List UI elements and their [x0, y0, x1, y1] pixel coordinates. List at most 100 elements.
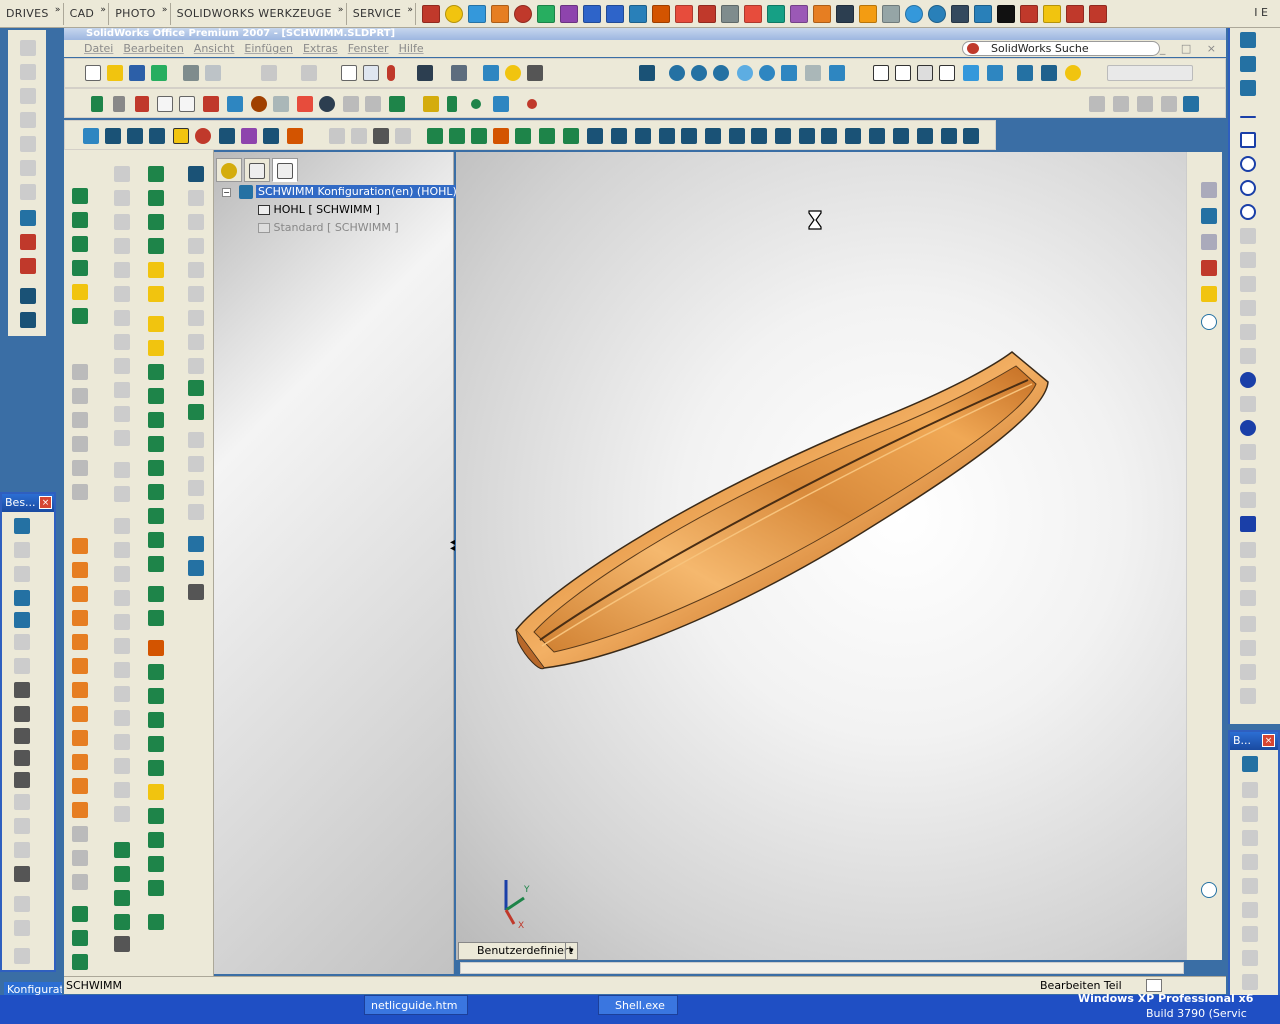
app-icon[interactable] — [1242, 974, 1258, 990]
app-icon[interactable] — [20, 40, 36, 56]
app-icon[interactable] — [1240, 688, 1256, 704]
app-icon[interactable] — [1240, 664, 1256, 680]
perimeter-circle-icon[interactable] — [1240, 204, 1256, 220]
app-icon[interactable] — [114, 782, 130, 798]
realview-icon[interactable] — [1065, 65, 1081, 81]
app-icon[interactable] — [14, 518, 30, 534]
app-icon[interactable] — [423, 96, 439, 112]
app-icon[interactable] — [471, 128, 487, 144]
app-icon[interactable] — [148, 214, 164, 230]
app-icon[interactable] — [148, 784, 164, 800]
app-icon[interactable] — [1242, 782, 1258, 798]
smart-dimension-icon[interactable] — [20, 234, 36, 250]
app-icon[interactable] — [114, 662, 130, 678]
new-document-icon[interactable] — [85, 65, 101, 81]
rotate-icon[interactable] — [759, 65, 775, 81]
app-icon[interactable] — [72, 682, 88, 698]
spellcheck-icon[interactable] — [83, 128, 99, 144]
app-icon[interactable] — [148, 760, 164, 776]
app-icon[interactable] — [149, 128, 165, 144]
solidworks-icon[interactable] — [1066, 4, 1085, 23]
app-icon[interactable] — [587, 128, 603, 144]
zoom-selection-icon[interactable] — [737, 65, 753, 81]
app-icon[interactable] — [14, 658, 30, 674]
standard-views-icon[interactable] — [829, 65, 845, 81]
circle-icon[interactable] — [1240, 180, 1256, 196]
shaded-icon[interactable] — [963, 65, 979, 81]
menu-datei[interactable]: Datei — [84, 42, 113, 55]
sigma-icon[interactable] — [219, 128, 235, 144]
redo-icon[interactable] — [301, 65, 317, 81]
app-icon[interactable] — [148, 712, 164, 728]
app-icon[interactable] — [188, 310, 204, 326]
app-icon[interactable] — [1089, 96, 1105, 112]
menu-extras[interactable]: Extras — [303, 42, 338, 55]
zoom-fit-icon[interactable] — [669, 65, 685, 81]
spline-icon[interactable] — [1240, 372, 1256, 388]
app-icon[interactable] — [72, 484, 88, 500]
app-icon[interactable] — [767, 4, 786, 23]
app-icon[interactable] — [148, 856, 164, 872]
grid-icon[interactable] — [417, 65, 433, 81]
window-icon[interactable] — [451, 65, 467, 81]
app-icon[interactable] — [148, 484, 164, 500]
spellcheck-icon[interactable] — [14, 612, 30, 628]
app-icon[interactable] — [72, 658, 88, 674]
app-icon[interactable] — [395, 128, 411, 144]
view-orientation-dropdown[interactable]: Benutzerdefiniert ▾ — [458, 942, 578, 960]
annotations-panel-title[interactable]: Bes... × — [2, 494, 54, 512]
shadows-icon[interactable] — [987, 65, 1003, 81]
app-icon[interactable] — [1161, 96, 1177, 112]
app-icon[interactable] — [1242, 806, 1258, 822]
app-icon[interactable] — [148, 586, 164, 602]
app-icon[interactable] — [744, 4, 763, 23]
app-icon[interactable] — [188, 286, 204, 302]
app-icon[interactable] — [127, 128, 143, 144]
app-icon[interactable] — [114, 590, 130, 606]
app-icon[interactable] — [515, 128, 531, 144]
close-icon[interactable]: × — [1262, 734, 1275, 747]
app-icon[interactable] — [188, 380, 204, 396]
app-icon[interactable] — [148, 736, 164, 752]
app-icon[interactable] — [297, 96, 313, 112]
app-icon[interactable] — [114, 406, 130, 422]
app-icon[interactable] — [72, 754, 88, 770]
loft-icon[interactable] — [72, 260, 88, 276]
dimensions-panel-title[interactable]: B... × — [1230, 732, 1278, 750]
app-icon[interactable] — [72, 388, 88, 404]
app-icon[interactable] — [351, 128, 367, 144]
app-icon[interactable] — [188, 456, 204, 472]
smart-select-icon[interactable] — [363, 65, 379, 81]
app-icon[interactable] — [14, 772, 30, 788]
arc-icon[interactable] — [1240, 228, 1256, 244]
app-icon[interactable] — [951, 4, 970, 23]
app-icon[interactable] — [974, 4, 993, 23]
app-icon[interactable] — [114, 566, 130, 582]
app-icon[interactable] — [821, 128, 837, 144]
app-icon[interactable] — [72, 826, 88, 842]
collapse-pane-icon[interactable] — [1201, 882, 1217, 898]
menu-bearbeiten[interactable]: Bearbeiten — [123, 42, 183, 55]
app-icon[interactable] — [635, 128, 651, 144]
app-icon[interactable] — [659, 128, 675, 144]
app-icon[interactable] — [114, 614, 130, 630]
app-icon[interactable] — [389, 96, 405, 112]
menu-hilfe[interactable]: Hilfe — [399, 42, 424, 55]
rectangle-icon[interactable] — [1240, 132, 1256, 148]
pdf-icon[interactable] — [652, 4, 671, 23]
launcher-menu-solidworks-werkzeuge[interactable]: SOLIDWORKS WERKZEUGE » — [171, 2, 347, 25]
tab-feature-manager[interactable] — [216, 158, 242, 182]
app-icon[interactable] — [721, 4, 740, 23]
app-icon[interactable] — [941, 128, 957, 144]
app-icon[interactable] — [72, 930, 88, 946]
app-icon[interactable] — [365, 96, 381, 112]
pattern-icon[interactable] — [1240, 468, 1256, 484]
app-icon[interactable] — [114, 842, 130, 858]
app-icon[interactable] — [869, 128, 885, 144]
app-icon[interactable] — [188, 536, 204, 552]
options-icon[interactable] — [483, 65, 499, 81]
app-icon[interactable] — [319, 96, 335, 112]
app-icon[interactable] — [560, 4, 579, 23]
app-icon[interactable] — [20, 258, 36, 274]
app-icon[interactable] — [188, 262, 204, 278]
